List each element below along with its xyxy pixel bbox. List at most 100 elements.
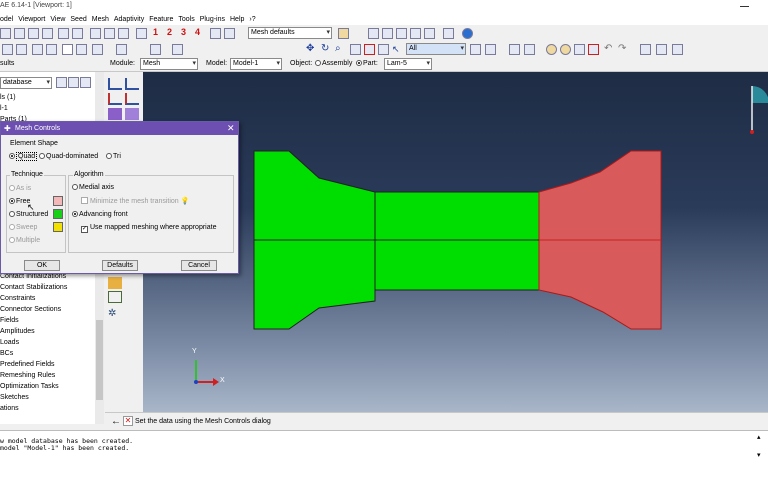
module-select[interactable]: Mesh <box>140 58 198 70</box>
select-from-viewport-icon[interactable] <box>470 44 481 55</box>
select-box-4-icon[interactable] <box>104 28 115 39</box>
palette-icon[interactable] <box>150 44 161 55</box>
cancel-procedure-icon[interactable]: ✕ <box>123 416 133 426</box>
algorithm-advancing-front-radio[interactable] <box>72 211 78 217</box>
part-select[interactable]: Lam-5 <box>384 58 432 70</box>
virtual-topology-icon[interactable]: ✲ <box>108 309 122 321</box>
mesh-defaults-select[interactable]: Mesh defaults <box>248 27 332 39</box>
tree-item-models[interactable]: ls (1) <box>0 94 16 101</box>
menu-tools[interactable]: Tools <box>178 16 194 23</box>
tree-item-sketches[interactable]: Sketches <box>0 394 29 401</box>
cursor-icon[interactable]: ↖ <box>392 44 403 55</box>
rotate-icon[interactable]: ↻ <box>321 44 332 55</box>
cycle-view-icon[interactable] <box>378 44 389 55</box>
delete-seeds-icon[interactable] <box>108 93 122 105</box>
view-iso-icon[interactable] <box>424 28 435 39</box>
tree-scrollbar-thumb[interactable] <box>96 320 103 400</box>
viewport-2-button[interactable]: 2 <box>167 27 172 37</box>
tree-tab-results[interactable]: sults <box>0 60 14 67</box>
save-icon[interactable] <box>28 28 39 39</box>
menu-context-help[interactable]: ›? <box>249 16 255 23</box>
display-group-icon[interactable] <box>640 44 651 55</box>
menu-help[interactable]: Help <box>230 16 244 23</box>
technique-structured-radio[interactable] <box>9 211 15 217</box>
view-options-icon[interactable] <box>524 44 535 55</box>
window-cascade-icon[interactable] <box>224 28 235 39</box>
tool-icon[interactable] <box>46 44 57 55</box>
line-icon[interactable] <box>32 44 43 55</box>
technique-structured-option[interactable]: Structured <box>9 211 48 218</box>
menu-view[interactable]: View <box>50 16 65 23</box>
tree-item-remeshing-rules[interactable]: Remeshing Rules <box>0 372 55 379</box>
partition-icon[interactable] <box>108 291 122 303</box>
color-code-icon[interactable] <box>574 44 585 55</box>
menu-model[interactable]: odel <box>0 16 13 23</box>
technique-free-radio[interactable] <box>9 198 15 204</box>
seed-edges-icon[interactable] <box>125 78 139 90</box>
message-scroll-down-icon[interactable]: ▾ <box>757 451 761 459</box>
arrow-annotation-icon[interactable] <box>76 44 87 55</box>
display-group-3-icon[interactable] <box>672 44 683 55</box>
view-cube-widget[interactable] <box>750 86 768 134</box>
redo-icon[interactable]: ↷ <box>618 44 629 55</box>
view-left-icon[interactable] <box>396 28 407 39</box>
algorithm-advancing-front-option[interactable]: Advancing front <box>72 211 128 218</box>
zoom-box-icon[interactable] <box>350 44 361 55</box>
viewport-1-button[interactable]: 1 <box>153 27 158 37</box>
tree-expand-icon[interactable] <box>68 77 79 88</box>
cancel-button[interactable]: Cancel <box>181 260 217 271</box>
query-icon[interactable] <box>2 44 13 55</box>
snapshot-icon[interactable] <box>116 44 127 55</box>
model-select[interactable]: Model-1 <box>230 58 282 70</box>
toggle-geometry-icon[interactable] <box>560 44 571 55</box>
tree-item-bcs[interactable]: BCs <box>0 350 13 357</box>
menu-seed[interactable]: Seed <box>70 16 86 23</box>
magnify-icon[interactable]: ⌕ <box>335 44 346 55</box>
mapped-meshing-checkbox[interactable]: ✓ <box>81 226 88 233</box>
view-right-icon[interactable] <box>410 28 421 39</box>
shape-quad-dominated-radio[interactable] <box>39 153 45 159</box>
shape-tri-radio[interactable] <box>106 153 112 159</box>
menu-mesh[interactable]: Mesh <box>92 16 109 23</box>
algorithm-medial-axis-option[interactable]: Medial axis <box>72 184 114 191</box>
tree-item-connector-sections[interactable]: Connector Sections <box>0 306 61 313</box>
menu-adaptivity[interactable]: Adaptivity <box>114 16 144 23</box>
tree-filter-icon[interactable] <box>56 77 67 88</box>
part-option[interactable]: Part: <box>356 60 378 67</box>
fit-view-icon[interactable] <box>364 44 375 55</box>
open-icon[interactable] <box>14 28 25 39</box>
shape-tri-option[interactable]: Tri <box>106 153 121 160</box>
menu-viewport[interactable]: Viewport <box>18 16 45 23</box>
tree-item-fields[interactable]: Fields <box>0 317 19 324</box>
minimize-icon[interactable] <box>740 6 749 7</box>
mapped-meshing-option[interactable]: ✓ Use mapped meshing where appropriate <box>81 224 216 233</box>
assembly-option[interactable]: Assembly <box>315 60 352 67</box>
tree-item-contact-stabilizations[interactable]: Contact Stabilizations <box>0 284 67 291</box>
back-arrow-icon[interactable]: ← <box>111 416 121 427</box>
window-tile-icon[interactable] <box>210 28 221 39</box>
tree-item-optimization-tasks[interactable]: Optimization Tasks <box>0 383 59 390</box>
select-box-icon[interactable] <box>58 28 69 39</box>
shape-quad-dominated-option[interactable]: Quad-dominated <box>39 153 98 160</box>
close-icon[interactable]: ✕ <box>227 123 235 134</box>
select-box-3-icon[interactable] <box>90 28 101 39</box>
part-radio[interactable] <box>356 60 362 66</box>
tree-item-constraints[interactable]: Constraints <box>0 295 35 302</box>
dialog-title-bar[interactable]: ✚ Mesh Controls ✕ <box>1 122 238 135</box>
file-icon[interactable] <box>0 28 11 39</box>
render-style-icon[interactable] <box>338 28 349 39</box>
tree-item-model-1[interactable]: l-1 <box>0 105 8 112</box>
remove-selection-icon[interactable] <box>509 44 520 55</box>
part-center-region[interactable] <box>374 191 540 291</box>
viewport-4-button[interactable]: 4 <box>195 27 200 37</box>
element-type-icon[interactable] <box>125 108 139 120</box>
view-back-icon[interactable] <box>382 28 393 39</box>
algorithm-medial-axis-radio[interactable] <box>72 184 78 190</box>
shape-quad-option[interactable]: Quad <box>9 152 38 161</box>
menu-plugins[interactable]: Plug-ins <box>200 16 225 23</box>
grid-layout-icon[interactable] <box>92 44 103 55</box>
view-cube-quarter[interactable] <box>752 86 768 103</box>
mesh-region-icon[interactable] <box>108 277 122 289</box>
menu-feature[interactable]: Feature <box>149 16 173 23</box>
undo-icon[interactable]: ↶ <box>604 44 615 55</box>
